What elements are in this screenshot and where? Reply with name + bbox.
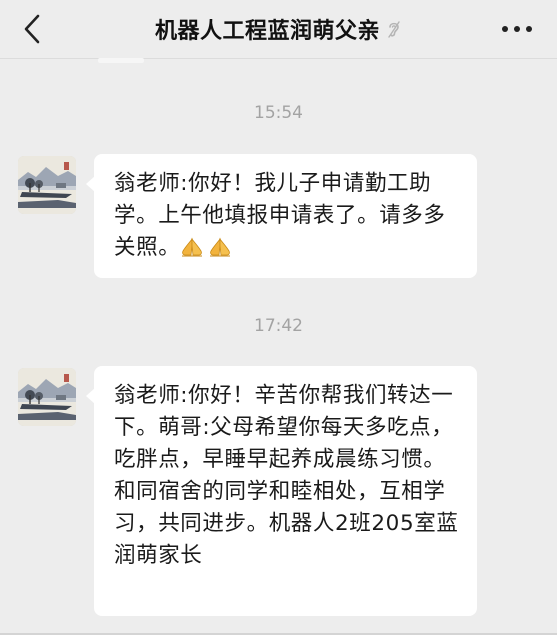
more-dots-icon [502, 26, 532, 32]
message-bubble[interactable]: 翁老师:你好！辛苦你帮我们转达一下。萌哥:父母希望你每天多吃点，吃胖点，早睡早起… [86, 366, 477, 616]
chat-screen: 机器人工程蓝润萌父亲 15:54 翁老师:你好！我儿子申请勤工助学。上午他填报申… [0, 0, 557, 635]
chat-header: 机器人工程蓝润萌父亲 [0, 0, 557, 59]
ear-mute-icon [386, 19, 402, 39]
message-timestamp: 15:54 [254, 103, 303, 123]
avatar[interactable] [18, 156, 76, 214]
chat-title: 机器人工程蓝润萌父亲 [154, 19, 380, 44]
landscape-avatar-icon [18, 156, 76, 214]
scroll-residue [98, 58, 144, 63]
message-timestamp: 17:42 [254, 316, 303, 336]
message-bubble[interactable]: 翁老师:你好！我儿子申请勤工助学。上午他填报申请表了。请多多关照。 [86, 154, 477, 278]
landscape-avatar-icon [18, 368, 76, 426]
avatar[interactable] [18, 368, 76, 426]
message-text: 翁老师:你好！辛苦你帮我们转达一下。萌哥:父母希望你每天多吃点，吃胖点，早睡早起… [114, 383, 459, 568]
title-wrap: 机器人工程蓝润萌父亲 [0, 0, 557, 58]
more-button[interactable] [499, 16, 535, 42]
message-text: 翁老师:你好！我儿子申请勤工助学。上午他填报申请表了。请多多关照。 [114, 171, 446, 260]
folded-hands-icon [182, 237, 203, 257]
folded-hands-icon [210, 237, 231, 257]
